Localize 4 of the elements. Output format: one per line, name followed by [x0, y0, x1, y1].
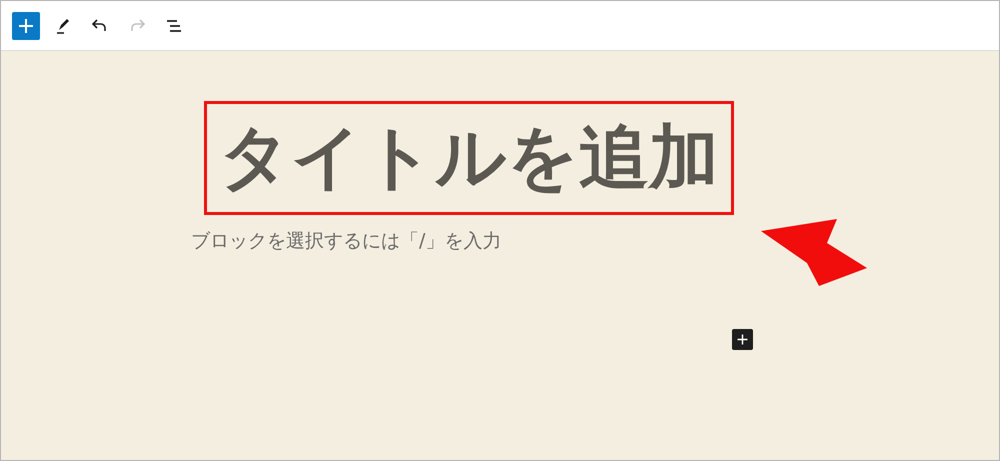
add-block-button[interactable] [12, 12, 40, 40]
block-inserter-button[interactable] [732, 328, 753, 350]
title-field[interactable]: タイトルを追加 [204, 101, 734, 215]
block-placeholder[interactable]: ブロックを選択するには「/」を入力 [191, 227, 999, 256]
